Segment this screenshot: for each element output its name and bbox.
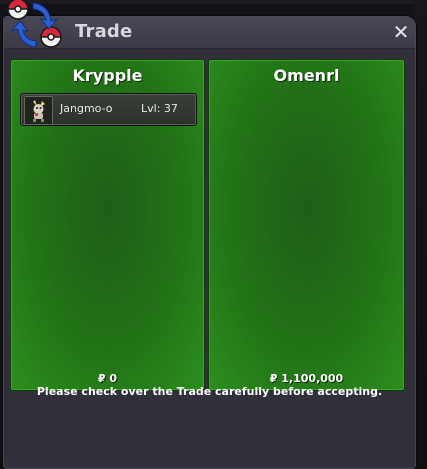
my-money-offer: ₽ 0 xyxy=(11,372,204,385)
partner-money-offer: ₽ 1,100,000 xyxy=(209,372,404,385)
currency-symbol: ₽ xyxy=(97,372,106,385)
partner-player-name: Omenrl xyxy=(273,66,340,85)
money-amount: 1,100,000 xyxy=(281,372,344,385)
partner-offer-panel: Omenrl ₽ 1,100,000 xyxy=(208,59,405,391)
trade-arrows-svg xyxy=(7,0,62,48)
jangmo-o-sprite-svg xyxy=(25,97,52,124)
item-pokemon-level: Lvl: 37 xyxy=(141,102,178,115)
close-button[interactable]: ✕ xyxy=(391,21,411,43)
trade-arrows-icon xyxy=(3,0,69,55)
game-scene: Trade ✕ Krypple Jangmo-o Lvl: 37 ₽ 0 Ome… xyxy=(0,0,427,469)
window-title: Trade xyxy=(75,21,133,42)
currency-symbol: ₽ xyxy=(269,372,278,385)
item-pokemon-name: Jangmo-o xyxy=(60,102,113,115)
trade-window: Trade ✕ Krypple Jangmo-o Lvl: 37 ₽ 0 Ome… xyxy=(3,16,416,469)
my-player-name: Krypple xyxy=(72,66,143,85)
my-offer-panel: Krypple Jangmo-o Lvl: 37 ₽ 0 xyxy=(10,59,205,391)
money-amount: 0 xyxy=(109,372,118,385)
jangmo-o-sprite-icon xyxy=(24,96,53,125)
trade-item-row[interactable]: Jangmo-o Lvl: 37 xyxy=(20,93,197,126)
trade-warning-notice: Please check over the Trade carefully be… xyxy=(36,385,383,398)
